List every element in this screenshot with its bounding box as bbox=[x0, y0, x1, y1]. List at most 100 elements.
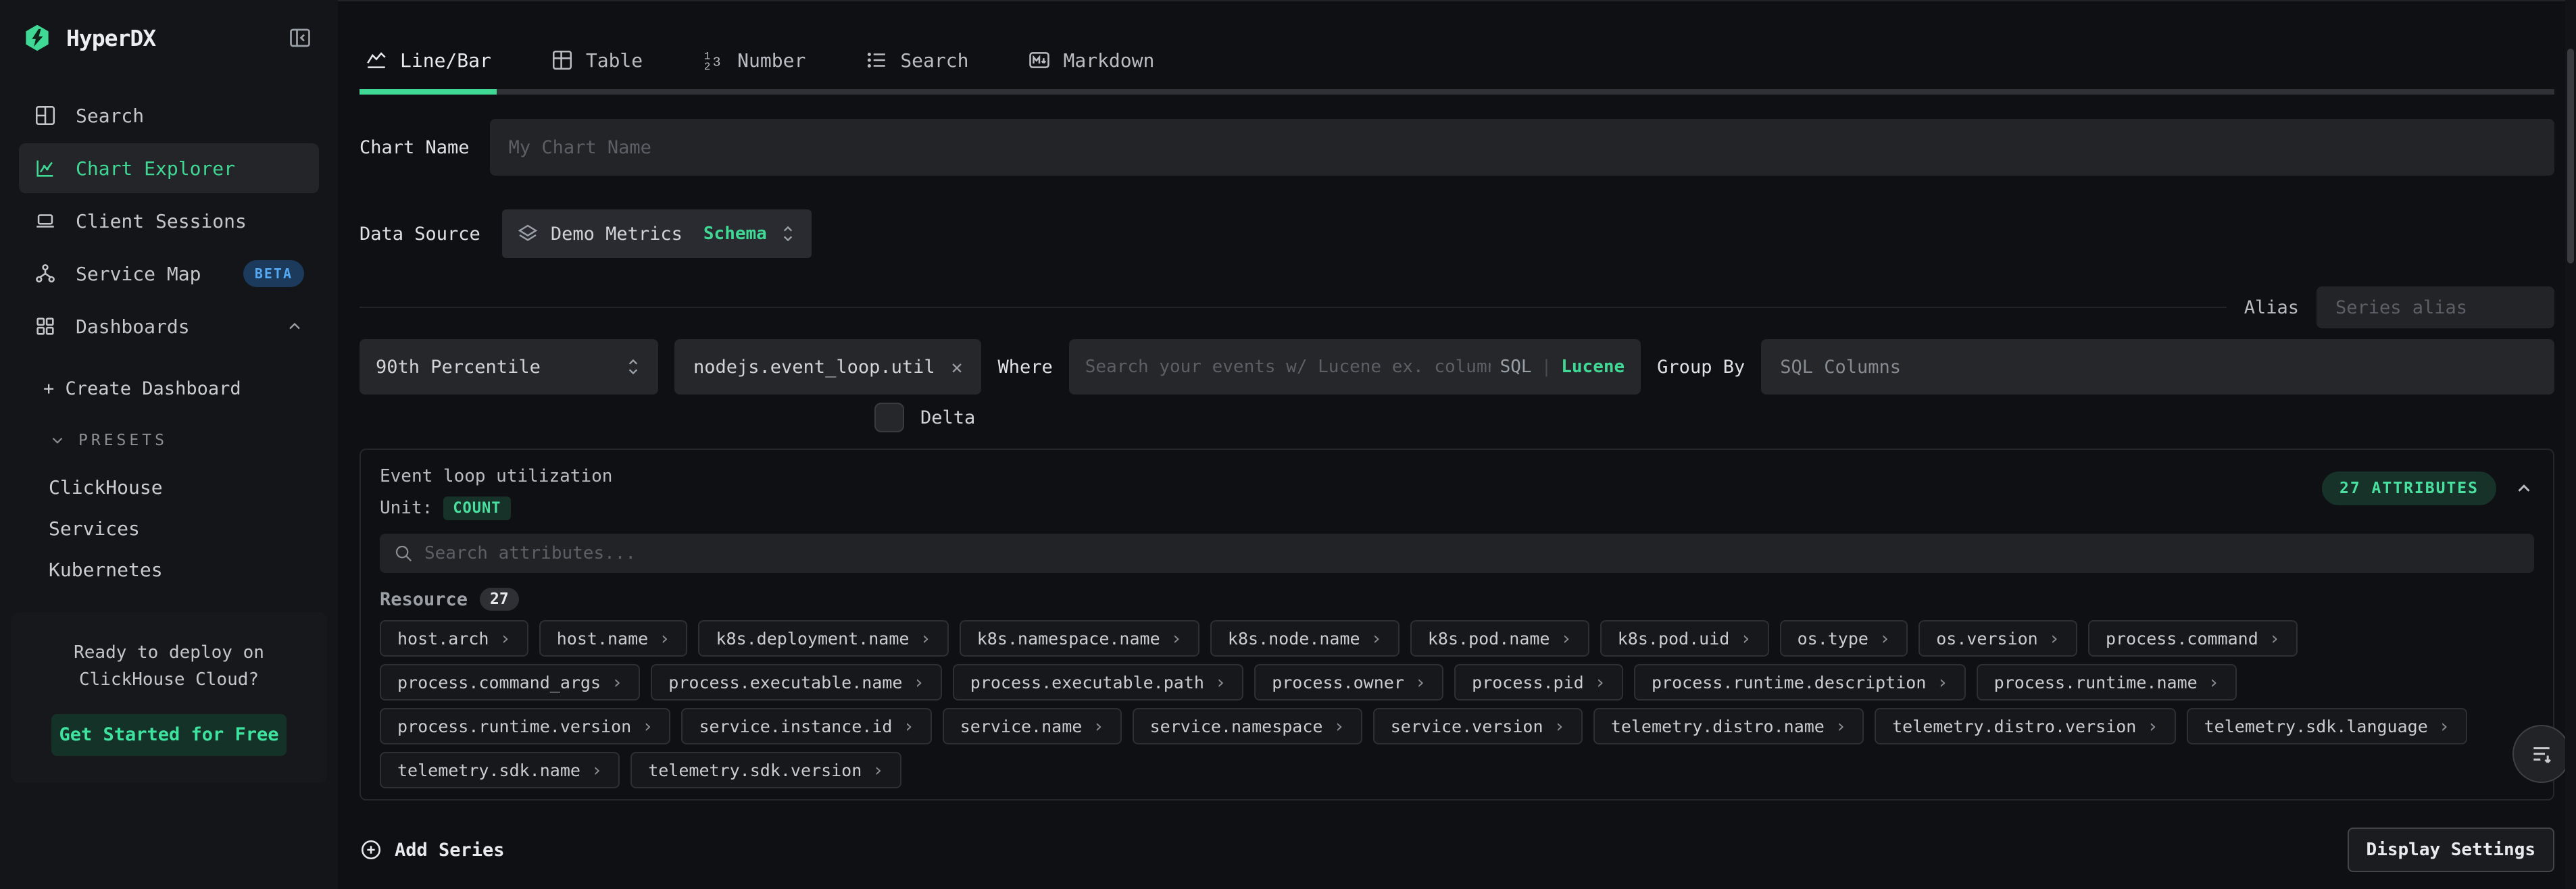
attribute-chip[interactable]: host.name › bbox=[539, 620, 688, 657]
chevron-right-icon: › bbox=[2147, 716, 2158, 737]
sidebar-item-service-map[interactable]: Service Map BETA bbox=[19, 249, 319, 299]
select-chevrons-icon bbox=[624, 357, 642, 377]
attribute-chip[interactable]: service.version › bbox=[1373, 708, 1583, 744]
attribute-chip-label: process.pid bbox=[1472, 673, 1584, 692]
presets-header[interactable]: PRESETS bbox=[0, 432, 338, 449]
attribute-chip[interactable]: host.arch › bbox=[380, 620, 528, 657]
lucene-toggle[interactable]: Lucene bbox=[1561, 357, 1625, 377]
scrollbar-thumb[interactable] bbox=[2567, 49, 2574, 263]
aggregation-select[interactable]: 90th Percentile bbox=[360, 339, 658, 395]
attribute-chip-label: process.owner bbox=[1272, 673, 1404, 692]
remove-metric-icon[interactable]: ✕ bbox=[951, 356, 963, 378]
sql-toggle[interactable]: SQL bbox=[1500, 357, 1532, 377]
tab-markdown[interactable]: Markdown bbox=[1022, 49, 1160, 89]
attribute-filter-fab[interactable] bbox=[2512, 725, 2571, 783]
sidebar-item-search[interactable]: Search bbox=[19, 91, 319, 141]
attribute-chip[interactable]: os.type › bbox=[1780, 620, 1908, 657]
attribute-chip[interactable]: os.version › bbox=[1918, 620, 2077, 657]
sidebar-item-dashboards[interactable]: Dashboards bbox=[19, 301, 319, 351]
chevron-right-icon: › bbox=[2439, 716, 2450, 737]
sidebar-item-label: Search bbox=[76, 105, 144, 127]
alias-row: Alias bbox=[360, 286, 2554, 328]
attribute-chip-list: host.arch › host.name › k8s.deployment.n… bbox=[380, 620, 2534, 788]
get-started-button[interactable]: Get Started for Free bbox=[51, 714, 287, 756]
tab-line-bar[interactable]: Line/Bar bbox=[360, 49, 497, 89]
dashboards-icon bbox=[34, 315, 57, 338]
attribute-search-placeholder: Search attributes... bbox=[424, 543, 2521, 563]
attribute-chip[interactable]: process.command_args › bbox=[380, 664, 640, 701]
brand-name: HyperDX bbox=[66, 25, 155, 51]
tab-label: Search bbox=[900, 49, 968, 72]
tab-table[interactable]: Table bbox=[545, 49, 648, 89]
metric-chip[interactable]: nodejs.event_loop.util ✕ bbox=[674, 339, 981, 395]
chevron-right-icon: › bbox=[1093, 716, 1104, 737]
metric-name: nodejs.event_loop.util bbox=[693, 357, 935, 378]
group-by-input[interactable] bbox=[1761, 339, 2554, 395]
list-icon bbox=[865, 49, 888, 72]
attribute-chip[interactable]: service.name › bbox=[943, 708, 1122, 744]
scrollbar-track[interactable] bbox=[2565, 0, 2576, 889]
attribute-chip[interactable]: telemetry.sdk.version › bbox=[630, 752, 901, 788]
display-settings-button[interactable]: Display Settings bbox=[2348, 828, 2554, 872]
attribute-chip[interactable]: telemetry.distro.name › bbox=[1593, 708, 1864, 744]
sidebar-collapse-icon[interactable] bbox=[288, 26, 312, 50]
chart-line-icon bbox=[34, 157, 57, 180]
attribute-search-input[interactable]: Search attributes... bbox=[380, 534, 2534, 573]
attribute-chip[interactable]: process.runtime.name › bbox=[1977, 664, 2237, 701]
attribute-chip-label: telemetry.sdk.language bbox=[2204, 717, 2428, 736]
attribute-chip-label: k8s.pod.uid bbox=[1618, 629, 1730, 649]
chevron-right-icon: › bbox=[1215, 672, 1226, 693]
chevron-up-icon bbox=[285, 317, 304, 336]
attribute-chip[interactable]: process.owner › bbox=[1254, 664, 1443, 701]
chart-name-input[interactable] bbox=[490, 119, 2554, 176]
where-search-input[interactable]: Search your events w/ Lucene ex. column:… bbox=[1069, 339, 1641, 395]
attribute-chip[interactable]: process.executable.name › bbox=[651, 664, 941, 701]
attribute-chip[interactable]: service.namespace › bbox=[1133, 708, 1362, 744]
attribute-chip[interactable]: k8s.pod.name › bbox=[1410, 620, 1589, 657]
sidebar-item-label: Service Map bbox=[76, 263, 201, 285]
attribute-chip[interactable]: telemetry.distro.version › bbox=[1875, 708, 2176, 744]
alias-input[interactable] bbox=[2317, 286, 2554, 328]
unit-row: Unit: COUNT bbox=[380, 494, 612, 522]
preset-item[interactable]: ClickHouse bbox=[0, 476, 338, 499]
attribute-chip[interactable]: process.runtime.version › bbox=[380, 708, 670, 744]
attribute-chip[interactable]: k8s.deployment.name › bbox=[698, 620, 948, 657]
create-dashboard-button[interactable]: + Create Dashboard bbox=[0, 378, 338, 399]
layout-grid-icon bbox=[34, 104, 57, 127]
attribute-chip-label: host.arch bbox=[397, 629, 489, 649]
attribute-chip[interactable]: service.instance.id › bbox=[681, 708, 931, 744]
delta-checkbox[interactable] bbox=[874, 403, 904, 432]
attribute-chip-label: telemetry.distro.name bbox=[1611, 717, 1825, 736]
attribute-chip[interactable]: process.runtime.description › bbox=[1634, 664, 1966, 701]
attribute-chip[interactable]: process.executable.path › bbox=[953, 664, 1243, 701]
aggregation-value: 90th Percentile bbox=[376, 357, 541, 378]
sidebar-item-client-sessions[interactable]: Client Sessions bbox=[19, 196, 319, 246]
collapse-chevron-up-icon[interactable] bbox=[2514, 478, 2534, 499]
attribute-chip[interactable]: telemetry.sdk.language › bbox=[2187, 708, 2467, 744]
markdown-icon bbox=[1028, 49, 1051, 72]
attribute-chip[interactable]: k8s.namespace.name › bbox=[960, 620, 1199, 657]
attribute-chip-label: telemetry.distro.version bbox=[1892, 717, 2136, 736]
select-chevrons-icon bbox=[779, 224, 797, 244]
attribute-chip[interactable]: k8s.node.name › bbox=[1210, 620, 1400, 657]
schema-link[interactable]: Schema bbox=[703, 224, 767, 244]
attribute-chip-label: process.runtime.name bbox=[1994, 673, 2198, 692]
attribute-chip[interactable]: telemetry.sdk.name › bbox=[380, 752, 620, 788]
attribute-chip-label: k8s.namespace.name bbox=[977, 629, 1160, 649]
attribute-chip[interactable]: process.command › bbox=[2088, 620, 2298, 657]
tab-search[interactable]: Search bbox=[860, 49, 974, 89]
preset-item[interactable]: Kubernetes bbox=[0, 559, 338, 581]
attribute-chip[interactable]: process.pid › bbox=[1454, 664, 1623, 701]
data-source-select[interactable]: Demo Metrics Schema bbox=[502, 209, 812, 258]
filter-sort-icon bbox=[2528, 740, 2555, 767]
resource-group-label: Resource bbox=[380, 589, 468, 610]
add-series-button[interactable]: Add Series bbox=[360, 838, 505, 861]
tab-number[interactable]: 123 Number bbox=[697, 49, 811, 89]
attribute-chip[interactable]: k8s.pod.uid › bbox=[1600, 620, 1769, 657]
chevron-right-icon: › bbox=[642, 716, 653, 737]
chevron-right-icon: › bbox=[1937, 672, 1948, 693]
alias-label: Alias bbox=[2244, 297, 2299, 318]
sidebar-item-chart-explorer[interactable]: Chart Explorer bbox=[19, 143, 319, 193]
chevron-right-icon: › bbox=[2269, 628, 2280, 649]
preset-item[interactable]: Services bbox=[0, 517, 338, 540]
